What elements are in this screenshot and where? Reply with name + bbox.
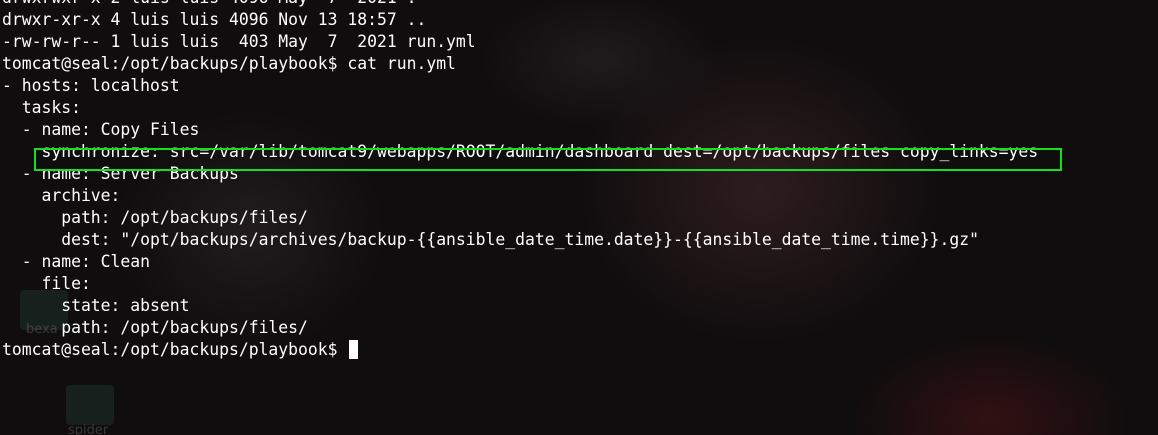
terminal-cursor [349,340,359,359]
terminal-prompt-line[interactable]: tomcat@seal:/opt/backups/playbook$ [2,339,1038,361]
highlight-box [34,148,1062,171]
terminal-line: dest: "/opt/backups/archives/backup-{{an… [2,230,979,249]
terminal-line: drwxrwxr-x 2 luis luis 4096 May 7 2021 . [2,0,1038,9]
terminal-prompt: tomcat@seal:/opt/backups/playbook$ [2,340,348,359]
terminal-line: path: /opt/backups/files/ [2,208,308,227]
terminal-line: archive: [2,186,121,205]
terminal-command-line: tomcat@seal:/opt/backups/playbook$ cat r… [2,54,456,73]
terminal-line: - name: Clean [2,252,151,271]
terminal-line: file: [2,274,91,293]
terminal-line: drwxr-xr-x 4 luis luis 4096 Nov 13 18:57… [2,10,427,29]
terminal-line: -rw-rw-r-- 1 luis luis 403 May 7 2021 ru… [2,32,476,51]
desktop-folder-icon [66,385,114,425]
terminal-output: drwxrwxr-x 2 luis luis 4096 May 7 2021 .… [2,0,1038,361]
terminal-line: tasks: [2,98,81,117]
terminal-line: - name: Copy Files [2,120,200,139]
terminal-line: - hosts: localhost [2,76,180,95]
terminal-window[interactable]: bexa spider drwxrwxr-x 2 luis luis 4096 … [0,0,1158,435]
terminal-line: state: absent [2,296,190,315]
terminal-line: path: /opt/backups/files/ [2,318,308,337]
desktop-icon-label: spider [68,423,109,435]
